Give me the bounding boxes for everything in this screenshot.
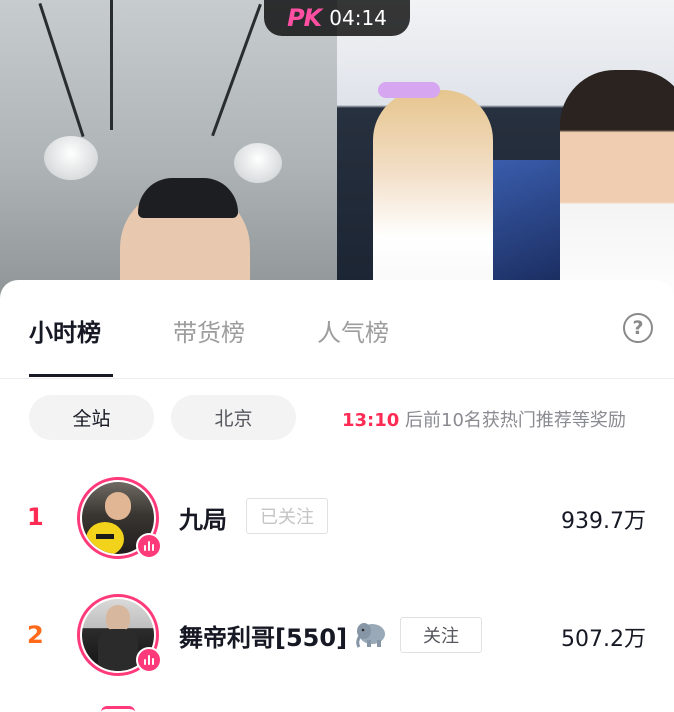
ceiling-rail (38, 2, 85, 138)
filter-chip-all[interactable]: 全站 (29, 395, 154, 440)
hot-score: 939.7万 (561, 509, 646, 534)
pk-logo: PK (287, 4, 322, 32)
rank-row[interactable]: 2 舞帝利哥[550] 关注 507.2万 (0, 584, 674, 684)
tab-popularity[interactable]: 人气榜 (317, 313, 389, 348)
user-name[interactable]: 舞帝利哥[550] (179, 618, 347, 653)
rank-tabs: 小时榜 带货榜 人气榜 ? (0, 280, 674, 378)
ceiling-rail (110, 0, 113, 130)
notice-text: 后前10名获热门推荐等奖励 (399, 410, 626, 431)
rank-row[interactable]: 1 九局 已关注 939.7万 (0, 467, 674, 567)
ceiling-rail (211, 3, 262, 137)
pk-countdown: 04:14 (329, 6, 387, 30)
user-name[interactable]: 九局 (179, 500, 227, 535)
elephant-icon (356, 623, 385, 648)
tab-hourly[interactable]: 小时榜 (29, 313, 101, 348)
tab-sales[interactable]: 带货榜 (173, 313, 245, 348)
reward-notice: 13:10 后前10名获热门推荐等奖励 (342, 406, 626, 432)
follow-button[interactable]: 关注 (400, 617, 482, 653)
anchor-cap (138, 178, 238, 218)
live-stream-view: PK 04:14 (0, 0, 674, 300)
pendant-lamp (44, 136, 98, 180)
stream-left-anchor (0, 0, 337, 300)
filter-chip-beijing[interactable]: 北京 (171, 395, 296, 440)
hot-score: 507.2万 (561, 627, 646, 652)
live-indicator-icon (136, 647, 162, 673)
headband-sticker (378, 82, 440, 98)
anchor-right-man (560, 70, 674, 300)
active-tab-indicator (29, 374, 113, 377)
live-indicator-icon (136, 533, 162, 559)
anchor-right-woman (373, 90, 493, 300)
followed-button[interactable]: 已关注 (246, 498, 328, 534)
notice-time: 13:10 (342, 410, 400, 431)
avatar (101, 706, 135, 712)
help-glyph: ? (632, 317, 644, 339)
help-icon[interactable]: ? (623, 313, 653, 343)
pk-timer-bar: PK 04:14 (264, 0, 410, 36)
rank-panel: 小时榜 带货榜 人气榜 ? 全站 北京 13:10 后前10名获热门推荐等奖励 … (0, 280, 674, 712)
pendant-lamp (234, 143, 282, 183)
rank-number: 1 (27, 503, 44, 531)
tabs-divider (0, 378, 674, 379)
rank-number: 2 (27, 621, 44, 649)
